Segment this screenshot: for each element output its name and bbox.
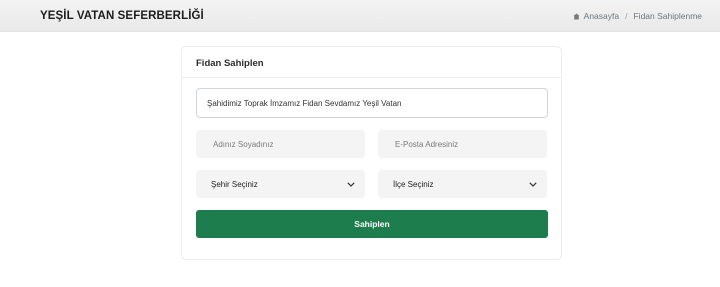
site-brand[interactable]: YEŞİL VATAN SEFERBERLİĞİ [40,10,204,22]
breadcrumb: Anasayfa / Fidan Sahiplenme [573,11,702,21]
district-select-label: İlçe Seçiniz [393,179,434,189]
city-select-label: Şehir Seçiniz [211,179,258,189]
chevron-down-icon [529,181,537,187]
adopt-submit-button[interactable]: Sahiplen [196,210,548,238]
email-field[interactable] [378,130,547,158]
name-field[interactable] [196,130,365,158]
breadcrumb-current: Fidan Sahiplenme [633,11,702,21]
breadcrumb-separator: / [625,11,628,21]
slogan-input[interactable] [196,88,548,118]
breadcrumb-home-link[interactable]: Anasayfa [584,11,619,21]
adoption-form-card: Fidan Sahiplen Şehir Seçiniz İlçe Seçini… [181,46,562,260]
top-bar: YEŞİL VATAN SEFERBERLİĞİ Anasayfa / Fida… [0,0,720,32]
chevron-down-icon [347,181,355,187]
district-select[interactable]: İlçe Seçiniz [378,170,547,198]
form-title: Fidan Sahiplen [182,47,561,78]
city-select[interactable]: Şehir Seçiniz [196,170,365,198]
home-icon [573,13,580,20]
